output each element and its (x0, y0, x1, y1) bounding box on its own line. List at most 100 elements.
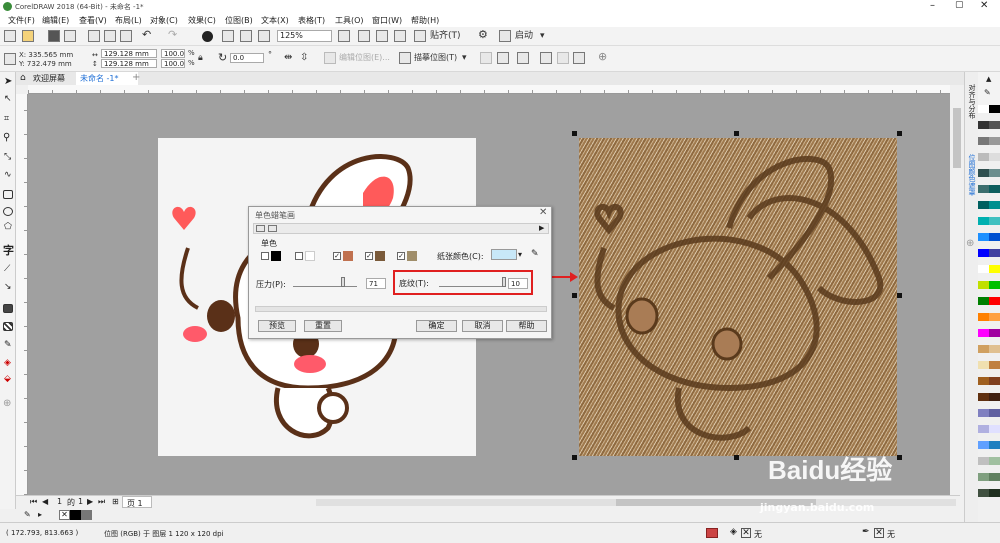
menu-file[interactable]: 文件(F) (8, 15, 35, 26)
pressure-value-field[interactable]: 71 (366, 278, 386, 289)
split-preview-icon[interactable] (256, 225, 265, 232)
menu-tools[interactable]: 工具(O) (335, 15, 364, 26)
open-icon[interactable] (22, 30, 34, 42)
zoom-level-select[interactable]: 125% (277, 30, 332, 42)
texture-value-field[interactable]: 10 (508, 278, 528, 289)
artistic-media-icon[interactable]: ∿ (4, 170, 12, 180)
vertical-ruler[interactable] (16, 85, 28, 495)
palette-swatch[interactable] (978, 313, 989, 321)
outline-none-swatch[interactable]: ✕ (874, 528, 884, 538)
palette-swatch[interactable] (978, 265, 989, 273)
color-checkbox-terracotta[interactable]: ✓ (333, 252, 341, 260)
palette-swatch[interactable] (989, 313, 1000, 321)
docker-add-icon[interactable]: ⊕ (966, 238, 974, 249)
palette-swatch[interactable] (989, 153, 1000, 161)
smart-fill-icon[interactable]: ⬙ (4, 374, 11, 384)
selection-handle-ml[interactable] (572, 293, 577, 298)
palette-swatch[interactable] (989, 185, 1000, 193)
dialog-close-icon[interactable]: ✕ (539, 207, 547, 218)
trace-dropdown-icon[interactable]: ▾ (462, 52, 467, 64)
color-checkbox-white[interactable] (295, 252, 303, 260)
prev-page-icon[interactable]: ◀ (42, 497, 48, 506)
palette-swatch[interactable] (989, 393, 1000, 401)
texture-slider-handle[interactable] (502, 277, 506, 287)
palette-swatch[interactable] (978, 249, 989, 257)
palette-swatch[interactable] (989, 265, 1000, 273)
eyedropper-icon[interactable]: ✎ (4, 340, 12, 350)
text-tool-icon[interactable]: 字 (3, 242, 14, 258)
palette-swatch[interactable] (978, 393, 989, 401)
color-checkbox-khaki[interactable]: ✓ (397, 252, 405, 260)
show-rulers-icon[interactable] (358, 30, 370, 42)
parallel-dimension-icon[interactable]: ⟋ (4, 264, 10, 274)
palette-swatch[interactable] (978, 457, 989, 465)
show-guidelines-icon[interactable] (394, 30, 406, 42)
crop-tool-icon[interactable]: ⌗ (4, 114, 9, 124)
menu-help[interactable]: 帮助(H) (411, 15, 439, 26)
palette-swatch[interactable] (978, 345, 989, 353)
object-origin-icon[interactable] (4, 53, 16, 65)
palette-options-icon[interactable]: ▸ (38, 510, 42, 519)
rotation-angle-field[interactable]: 0.0 (230, 53, 264, 63)
palette-eyedropper-right-icon[interactable]: ✎ (984, 88, 991, 97)
docker-align-distribute[interactable]: 对齐与分布 (967, 84, 977, 119)
undo-icon[interactable]: ↶ (142, 29, 151, 41)
paper-color-swatch[interactable] (491, 249, 517, 260)
publish-pdf-icon[interactable] (258, 30, 270, 42)
horizontal-ruler[interactable] (28, 85, 950, 94)
mirror-horizontal-icon[interactable]: ⇹ (284, 52, 292, 64)
add-page-icon[interactable]: ⊞ (112, 497, 119, 506)
bitmap-color-mask-icon[interactable] (540, 52, 552, 64)
expand-preview-icon[interactable]: ▶ (539, 224, 544, 232)
menu-text[interactable]: 文本(X) (261, 15, 289, 26)
y-position-label[interactable]: Y: 732.479 mm (19, 58, 72, 70)
palette-swatch[interactable] (989, 137, 1000, 145)
menu-bitmaps[interactable]: 位图(B) (225, 15, 253, 26)
palette-swatch[interactable] (989, 201, 1000, 209)
menu-table[interactable]: 表格(T) (298, 15, 325, 26)
palette-swatch[interactable] (978, 233, 989, 241)
menu-object[interactable]: 对象(C) (150, 15, 178, 26)
palette-swatch[interactable] (978, 281, 989, 289)
crop-bitmap-icon[interactable] (480, 52, 492, 64)
print-icon[interactable] (64, 30, 76, 42)
menu-edit[interactable]: 编辑(E) (42, 15, 69, 26)
palette-swatch[interactable] (978, 153, 989, 161)
height-field[interactable]: 129.128 mm (101, 59, 157, 68)
palette-swatch[interactable] (978, 105, 989, 113)
palette-swatch[interactable] (978, 409, 989, 417)
cut-icon[interactable] (88, 30, 100, 42)
cancel-button[interactable]: 取消 (462, 320, 503, 332)
snap-to-button[interactable]: 贴齐(T) (430, 30, 461, 42)
scale-x-field[interactable]: 100.0 (161, 49, 185, 58)
color-edit-icon[interactable] (573, 52, 585, 64)
transparency-icon[interactable] (3, 322, 13, 331)
palette-swatch[interactable] (978, 201, 989, 209)
pick-tool-icon[interactable]: ➤ (4, 76, 12, 87)
copy-icon[interactable] (104, 30, 116, 42)
palette-swatch[interactable] (989, 297, 1000, 305)
crayon-effect-bitmap[interactable] (579, 138, 897, 456)
maximize-icon[interactable]: ▢ (955, 0, 964, 10)
options-gear-icon[interactable]: ⚙ (478, 29, 488, 41)
palette-swatch[interactable] (978, 473, 989, 481)
ruler-origin[interactable] (16, 85, 28, 94)
tab-welcome-screen[interactable]: 欢迎屏幕 (33, 73, 65, 84)
palette-swatch[interactable] (989, 345, 1000, 353)
docker-bitmap-color-mask[interactable]: 位图颜色遮罩 (967, 154, 977, 196)
selection-handle-tc[interactable] (734, 131, 739, 136)
redo-icon[interactable]: ↷ (168, 29, 177, 41)
import-icon[interactable] (222, 30, 234, 42)
new-icon[interactable] (4, 30, 16, 42)
vertical-scrollbar[interactable] (950, 94, 964, 495)
texture-slider-track[interactable] (439, 279, 505, 287)
interactive-fill-icon[interactable]: ◈ (4, 358, 11, 368)
scale-y-field[interactable]: 100.0 (161, 59, 185, 68)
trace-bitmap-icon[interactable] (399, 52, 411, 64)
export-icon[interactable] (240, 30, 252, 42)
palette-swatch[interactable] (989, 409, 1000, 417)
palette-eyedropper-icon[interactable]: ✎ (24, 510, 31, 519)
link-icon[interactable] (557, 52, 569, 64)
menu-layout[interactable]: 布局(L) (115, 15, 142, 26)
launch-button[interactable]: 启动 (515, 30, 533, 42)
